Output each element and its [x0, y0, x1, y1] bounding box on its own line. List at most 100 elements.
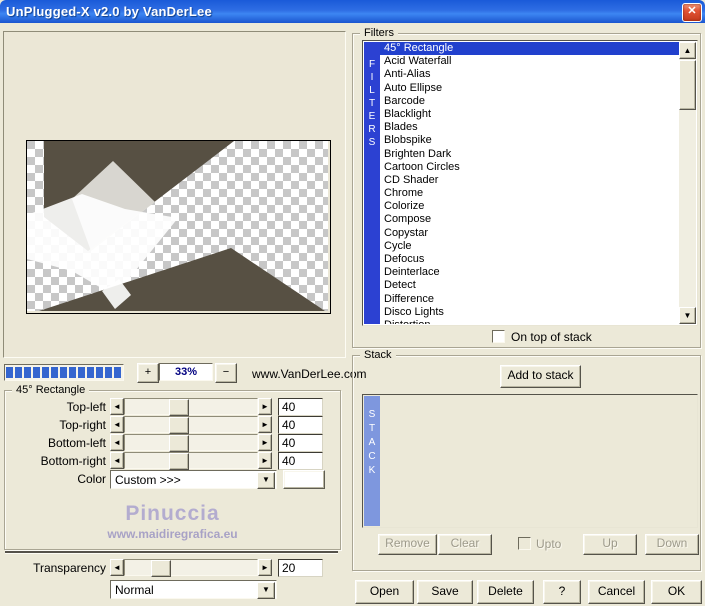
- corner-top-right-value-field[interactable]: 40: [278, 416, 323, 434]
- watermark-name: Pinuccia: [0, 502, 345, 526]
- slider-left-arrow-icon[interactable]: ◄: [110, 416, 124, 433]
- transparency-value-field[interactable]: 20: [278, 559, 323, 577]
- filter-item[interactable]: CD Shader: [380, 174, 679, 187]
- corner-top-right-thumb[interactable]: [169, 417, 189, 434]
- scrollbar-thumb[interactable]: [679, 60, 696, 110]
- color-swatch[interactable]: [283, 470, 325, 489]
- title-bar[interactable]: UnPlugged-X v2.0 by VanDerLee ✕: [0, 0, 705, 23]
- corner-bottom-right-thumb[interactable]: [169, 453, 189, 470]
- corner-bottom-left-value-field[interactable]: 40: [278, 434, 323, 452]
- corner-bottom-right-value-field[interactable]: 40: [278, 452, 323, 470]
- open-button[interactable]: Open: [355, 580, 414, 604]
- filter-item[interactable]: Detect: [380, 279, 679, 292]
- corner-bottom-left-thumb[interactable]: [169, 435, 189, 452]
- progress-segment: [78, 367, 85, 378]
- corner-bottom-left-track[interactable]: [124, 434, 258, 451]
- filter-item[interactable]: Acid Waterfall: [380, 55, 679, 68]
- preview-image[interactable]: [26, 140, 331, 314]
- ribbon-letter: I: [371, 71, 374, 84]
- filter-item[interactable]: Chrome: [380, 187, 679, 200]
- filter-item[interactable]: Copystar: [380, 227, 679, 240]
- add-to-stack-button[interactable]: Add to stack: [500, 365, 581, 388]
- filter-item[interactable]: Deinterlace: [380, 266, 679, 279]
- filter-item[interactable]: Disco Lights: [380, 306, 679, 319]
- filter-item[interactable]: Defocus: [380, 253, 679, 266]
- slider-right-arrow-icon[interactable]: ►: [258, 416, 272, 433]
- filter-item[interactable]: Difference: [380, 293, 679, 306]
- corner-top-left-track[interactable]: [124, 398, 258, 415]
- down-button: Down: [645, 534, 699, 555]
- save-button[interactable]: Save: [417, 580, 473, 604]
- filter-item[interactable]: Blobspike: [380, 134, 679, 147]
- progress-segment: [42, 367, 49, 378]
- ribbon-letter: A: [369, 436, 376, 450]
- zoom-in-button[interactable]: +: [137, 363, 159, 383]
- progress-segment: [51, 367, 58, 378]
- zoom-percent-field[interactable]: 33%: [159, 363, 213, 381]
- slider-left-arrow-icon[interactable]: ◄: [110, 559, 124, 576]
- ribbon-letter: S: [369, 136, 376, 149]
- filters-list: FILTERS 45° RectangleAcid WaterfallAnti-…: [362, 40, 698, 326]
- filter-item[interactable]: Cartoon Circles: [380, 161, 679, 174]
- scroll-down-icon[interactable]: ▼: [679, 307, 696, 324]
- preview-art: [27, 141, 328, 311]
- filter-item[interactable]: Colorize: [380, 200, 679, 213]
- close-button[interactable]: ✕: [682, 3, 702, 22]
- watermark-site: www.maidiregrafica.eu: [0, 527, 345, 541]
- help-button[interactable]: ?: [543, 580, 581, 604]
- color-dropdown[interactable]: Custom >>> ▼: [110, 470, 277, 489]
- filter-item[interactable]: Barcode: [380, 95, 679, 108]
- slider-right-arrow-icon[interactable]: ►: [258, 434, 272, 451]
- filter-item[interactable]: Blacklight: [380, 108, 679, 121]
- ribbon-letter: L: [369, 84, 375, 97]
- slider-left-arrow-icon[interactable]: ◄: [110, 434, 124, 451]
- slider-right-arrow-icon[interactable]: ►: [258, 452, 272, 469]
- corner-top-left-slider[interactable]: ◄►: [110, 398, 272, 415]
- filter-item[interactable]: Brighten Dark: [380, 148, 679, 161]
- filter-item[interactable]: 45° Rectangle: [380, 42, 679, 55]
- unplugged-x-dialog: UnPlugged-X v2.0 by VanDerLee ✕: [0, 0, 705, 606]
- progress-segment: [87, 367, 94, 378]
- filter-item[interactable]: Cycle: [380, 240, 679, 253]
- on-top-of-stack-checkbox[interactable]: [492, 330, 505, 343]
- chevron-down-icon[interactable]: ▼: [257, 472, 275, 489]
- ok-button[interactable]: OK: [651, 580, 702, 604]
- filter-item[interactable]: Auto Ellipse: [380, 82, 679, 95]
- chevron-down-icon[interactable]: ▼: [257, 582, 275, 599]
- progress-segment: [96, 367, 103, 378]
- corner-bottom-right-track[interactable]: [124, 452, 258, 469]
- corner-top-left-value-field[interactable]: 40: [278, 398, 323, 416]
- slider-right-arrow-icon[interactable]: ►: [258, 559, 272, 576]
- cancel-button[interactable]: Cancel: [588, 580, 645, 604]
- stack-group-title: Stack: [360, 349, 396, 361]
- scroll-up-icon[interactable]: ▲: [679, 42, 696, 59]
- corner-top-left-thumb[interactable]: [169, 399, 189, 416]
- ribbon-letter: C: [368, 450, 375, 464]
- transparency-track[interactable]: [124, 559, 258, 576]
- blend-mode-value: Normal: [115, 583, 154, 597]
- ribbon-letter: E: [369, 110, 376, 123]
- slider-left-arrow-icon[interactable]: ◄: [110, 398, 124, 415]
- transparency-thumb[interactable]: [151, 560, 171, 577]
- slider-right-arrow-icon[interactable]: ►: [258, 398, 272, 415]
- corner-top-right-label: Top-right: [0, 418, 106, 432]
- filter-item[interactable]: Distortion: [380, 319, 679, 324]
- filter-item[interactable]: Compose: [380, 213, 679, 226]
- corner-bottom-left-slider[interactable]: ◄►: [110, 434, 272, 451]
- progress-segment: [6, 367, 13, 378]
- delete-button[interactable]: Delete: [477, 580, 534, 604]
- blend-mode-dropdown[interactable]: Normal ▼: [110, 580, 277, 599]
- zoom-out-button[interactable]: −: [215, 363, 237, 383]
- corner-top-right-slider[interactable]: ◄►: [110, 416, 272, 433]
- corner-top-right-track[interactable]: [124, 416, 258, 433]
- progress-segment: [33, 367, 40, 378]
- slider-left-arrow-icon[interactable]: ◄: [110, 452, 124, 469]
- upto-label: Upto: [536, 537, 561, 551]
- corner-top-left-row: Top-left◄►40: [0, 398, 345, 416]
- filter-item[interactable]: Blades: [380, 121, 679, 134]
- transparency-slider[interactable]: ◄►: [110, 559, 272, 576]
- stack-list: STACK: [362, 394, 698, 528]
- filter-item[interactable]: Anti-Alias: [380, 68, 679, 81]
- filters-scrollbar[interactable]: ▲ ▼: [679, 42, 696, 324]
- corner-bottom-right-slider[interactable]: ◄►: [110, 452, 272, 469]
